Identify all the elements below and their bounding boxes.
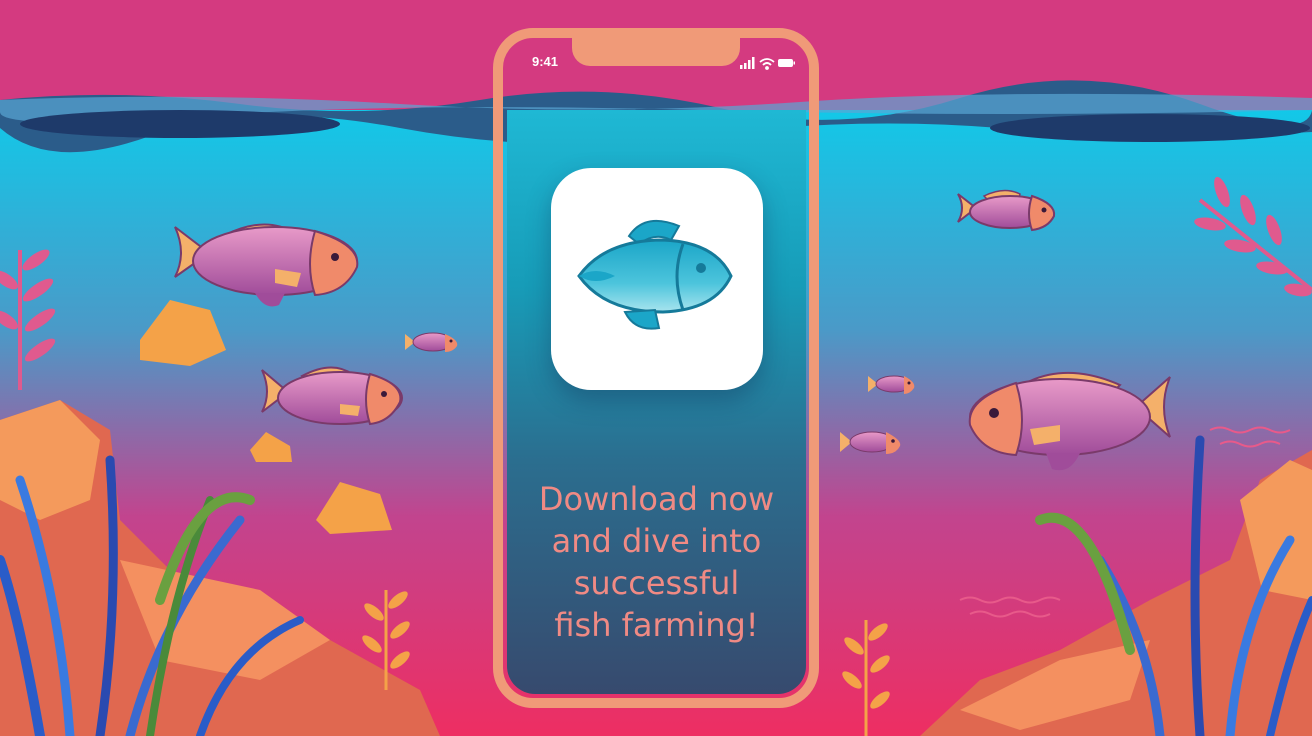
cellular-signal-icon — [740, 57, 755, 69]
battery-icon — [778, 59, 795, 67]
cta-line-2: and dive into — [551, 522, 762, 560]
fish-app-icon — [577, 219, 733, 330]
cta-line-4: fish farming! — [554, 606, 759, 644]
cta-text: Download now and dive into successful fi… — [507, 478, 806, 646]
status-time: 9:41 — [532, 54, 559, 69]
status-icons — [740, 57, 795, 70]
app-icon-tile[interactable] — [551, 168, 763, 390]
ad-scene: 9:41 Download now and dive into successf… — [0, 0, 1312, 736]
wifi-icon — [759, 58, 775, 70]
phone-notch — [572, 36, 740, 66]
surface-shadow — [20, 110, 340, 138]
cta-line-1: Download now — [538, 480, 775, 518]
cta-line-3: successful — [573, 564, 740, 602]
